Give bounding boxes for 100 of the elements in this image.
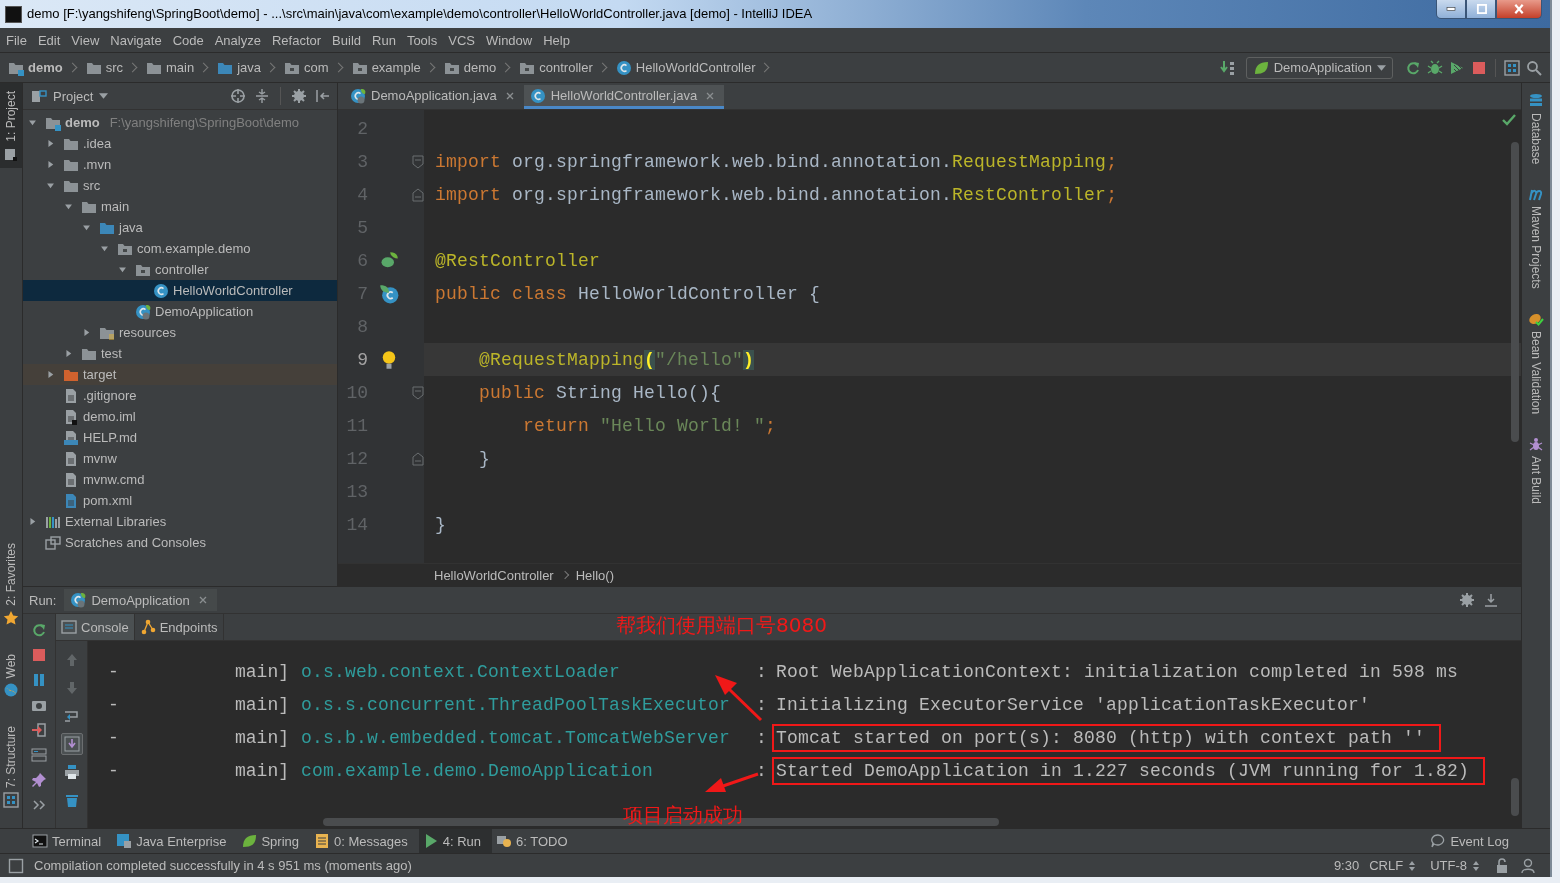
- hide-panel-icon[interactable]: [315, 88, 331, 104]
- enter-icon[interactable]: [31, 722, 47, 738]
- event-log-tab[interactable]: Event Log: [1426, 829, 1520, 853]
- breadcrumb-item[interactable]: src: [85, 59, 123, 76]
- fold-icon[interactable]: [410, 153, 426, 170]
- menu-item[interactable]: Tools: [402, 32, 442, 48]
- tree-item[interactable]: src: [23, 175, 337, 196]
- tree-item[interactable]: DemoApplication: [23, 301, 337, 322]
- caret-position[interactable]: 9:30: [1333, 858, 1360, 873]
- run-icon[interactable]: [1405, 59, 1421, 76]
- pause-icon[interactable]: [31, 672, 47, 688]
- expand-arrow-icon[interactable]: [63, 348, 74, 359]
- expand-arrow-icon[interactable]: [117, 264, 128, 275]
- settings-icon[interactable]: [291, 88, 307, 104]
- maximize-button[interactable]: [1466, 0, 1496, 19]
- breadcrumb-item[interactable]: demo: [443, 59, 497, 76]
- person-icon[interactable]: [1520, 857, 1536, 874]
- search-icon[interactable]: [1526, 59, 1542, 76]
- locate-icon[interactable]: [230, 88, 246, 104]
- tool-window-tab[interactable]: Terminal: [28, 829, 113, 853]
- tree-item[interactable]: demo F:\yangshifeng\SpringBoot\demo: [23, 112, 337, 133]
- run-configuration-dropdown[interactable]: DemoApplication: [1245, 56, 1393, 79]
- expand-arrow-icon[interactable]: [27, 117, 38, 128]
- breadcrumb-item[interactable]: Hello(): [575, 567, 614, 583]
- menu-item[interactable]: Edit: [33, 32, 65, 48]
- expand-arrow-icon[interactable]: [81, 327, 92, 338]
- menu-item[interactable]: Help: [539, 32, 574, 48]
- close-button[interactable]: [1496, 0, 1542, 19]
- breadcrumb-item[interactable]: com: [284, 59, 329, 76]
- console-tab[interactable]: Console: [56, 614, 135, 640]
- menu-item[interactable]: Run: [368, 32, 400, 48]
- tree-item[interactable]: Scratches and Consoles: [23, 532, 337, 553]
- tool-window-tab[interactable]: 6: TODO: [492, 829, 579, 853]
- tool-window-button[interactable]: Web: [0, 645, 22, 704]
- menu-item[interactable]: Build: [328, 32, 365, 48]
- console-tab[interactable]: Endpoints: [134, 614, 224, 640]
- breadcrumb-item[interactable]: example: [351, 59, 421, 76]
- expand-arrow-icon[interactable]: [45, 369, 56, 380]
- menu-item[interactable]: View: [67, 32, 104, 48]
- expand-arrow-icon[interactable]: [63, 201, 74, 212]
- line-separator-selector[interactable]: CRLF: [1369, 857, 1421, 874]
- expand-arrow-icon[interactable]: [81, 222, 92, 233]
- expand-arrow-icon[interactable]: [99, 243, 110, 254]
- minimize-button[interactable]: [1436, 0, 1466, 19]
- stop-icon[interactable]: [31, 647, 47, 663]
- menu-item[interactable]: Navigate: [106, 32, 166, 48]
- editor-tab[interactable]: DemoApplication.java: [344, 85, 524, 109]
- layout-icon[interactable]: [31, 747, 47, 763]
- coverage-icon[interactable]: [1449, 59, 1465, 76]
- settings-icon[interactable]: [1459, 592, 1475, 608]
- tree-item[interactable]: main: [23, 196, 337, 217]
- hide-panel-icon[interactable]: [1483, 592, 1499, 608]
- scrollbar-thumb[interactable]: [1511, 778, 1519, 816]
- tool-window-button[interactable]: Database: [1528, 93, 1544, 165]
- breadcrumb-item[interactable]: controller: [519, 59, 593, 76]
- tool-window-button[interactable]: Ant Build: [1528, 436, 1544, 505]
- tree-item[interactable]: .gitignore: [23, 385, 337, 406]
- breadcrumb-item[interactable]: HelloWorldController: [434, 567, 554, 583]
- breadcrumb-item[interactable]: demo: [8, 59, 63, 76]
- tree-item[interactable]: com.example.demo: [23, 238, 337, 259]
- expand-arrow-icon[interactable]: [45, 138, 56, 149]
- expand-arrow-icon[interactable]: [45, 159, 56, 170]
- collapse-all-icon[interactable]: [254, 88, 270, 104]
- project-structure-icon[interactable]: [1504, 59, 1520, 76]
- menu-item[interactable]: File: [2, 32, 31, 48]
- toggle-panels-icon[interactable]: [8, 857, 24, 874]
- tree-item[interactable]: pom.xml: [23, 490, 337, 511]
- pin-icon[interactable]: [31, 772, 47, 788]
- tree-item[interactable]: target: [23, 364, 337, 385]
- tree-item[interactable]: HELP.md: [23, 427, 337, 448]
- expand-arrow-icon[interactable]: [27, 516, 38, 527]
- fold-icon[interactable]: [410, 450, 426, 467]
- encoding-selector[interactable]: UTF-8: [1430, 857, 1484, 874]
- breadcrumb-item[interactable]: java: [217, 59, 262, 76]
- bug-icon[interactable]: [1427, 59, 1443, 76]
- fold-icon[interactable]: [410, 186, 426, 203]
- tree-item[interactable]: .mvn: [23, 154, 337, 175]
- stop-icon[interactable]: [1471, 59, 1487, 76]
- tree-item[interactable]: mvnw.cmd: [23, 469, 337, 490]
- expand-arrow-icon[interactable]: [45, 180, 56, 191]
- rerun-icon[interactable]: [31, 622, 47, 638]
- menu-item[interactable]: Refactor: [267, 32, 326, 48]
- tree-item[interactable]: .idea: [23, 133, 337, 154]
- tool-window-tab[interactable]: Java Enterprise: [112, 829, 238, 853]
- breadcrumb-item[interactable]: main: [146, 59, 195, 76]
- menu-item[interactable]: Code: [168, 32, 208, 48]
- menu-item[interactable]: Analyze: [210, 32, 265, 48]
- tool-window-button[interactable]: 1: Project: [0, 83, 22, 168]
- tool-window-button[interactable]: Maven Projects: [1528, 186, 1544, 290]
- tool-window-tab[interactable]: 0: Messages: [310, 829, 419, 853]
- run-tab[interactable]: DemoApplication: [64, 589, 217, 611]
- tool-window-button[interactable]: 2: Favorites: [0, 534, 22, 632]
- menu-item[interactable]: Window: [481, 32, 537, 48]
- tree-item[interactable]: demo.iml: [23, 406, 337, 427]
- breadcrumb-item[interactable]: HelloWorldController: [615, 59, 756, 76]
- tree-item[interactable]: controller: [23, 259, 337, 280]
- tree-item[interactable]: resources: [23, 322, 337, 343]
- lock-icon[interactable]: [1494, 857, 1510, 874]
- tree-item[interactable]: External Libraries: [23, 511, 337, 532]
- tree-item[interactable]: HelloWorldController: [23, 280, 337, 301]
